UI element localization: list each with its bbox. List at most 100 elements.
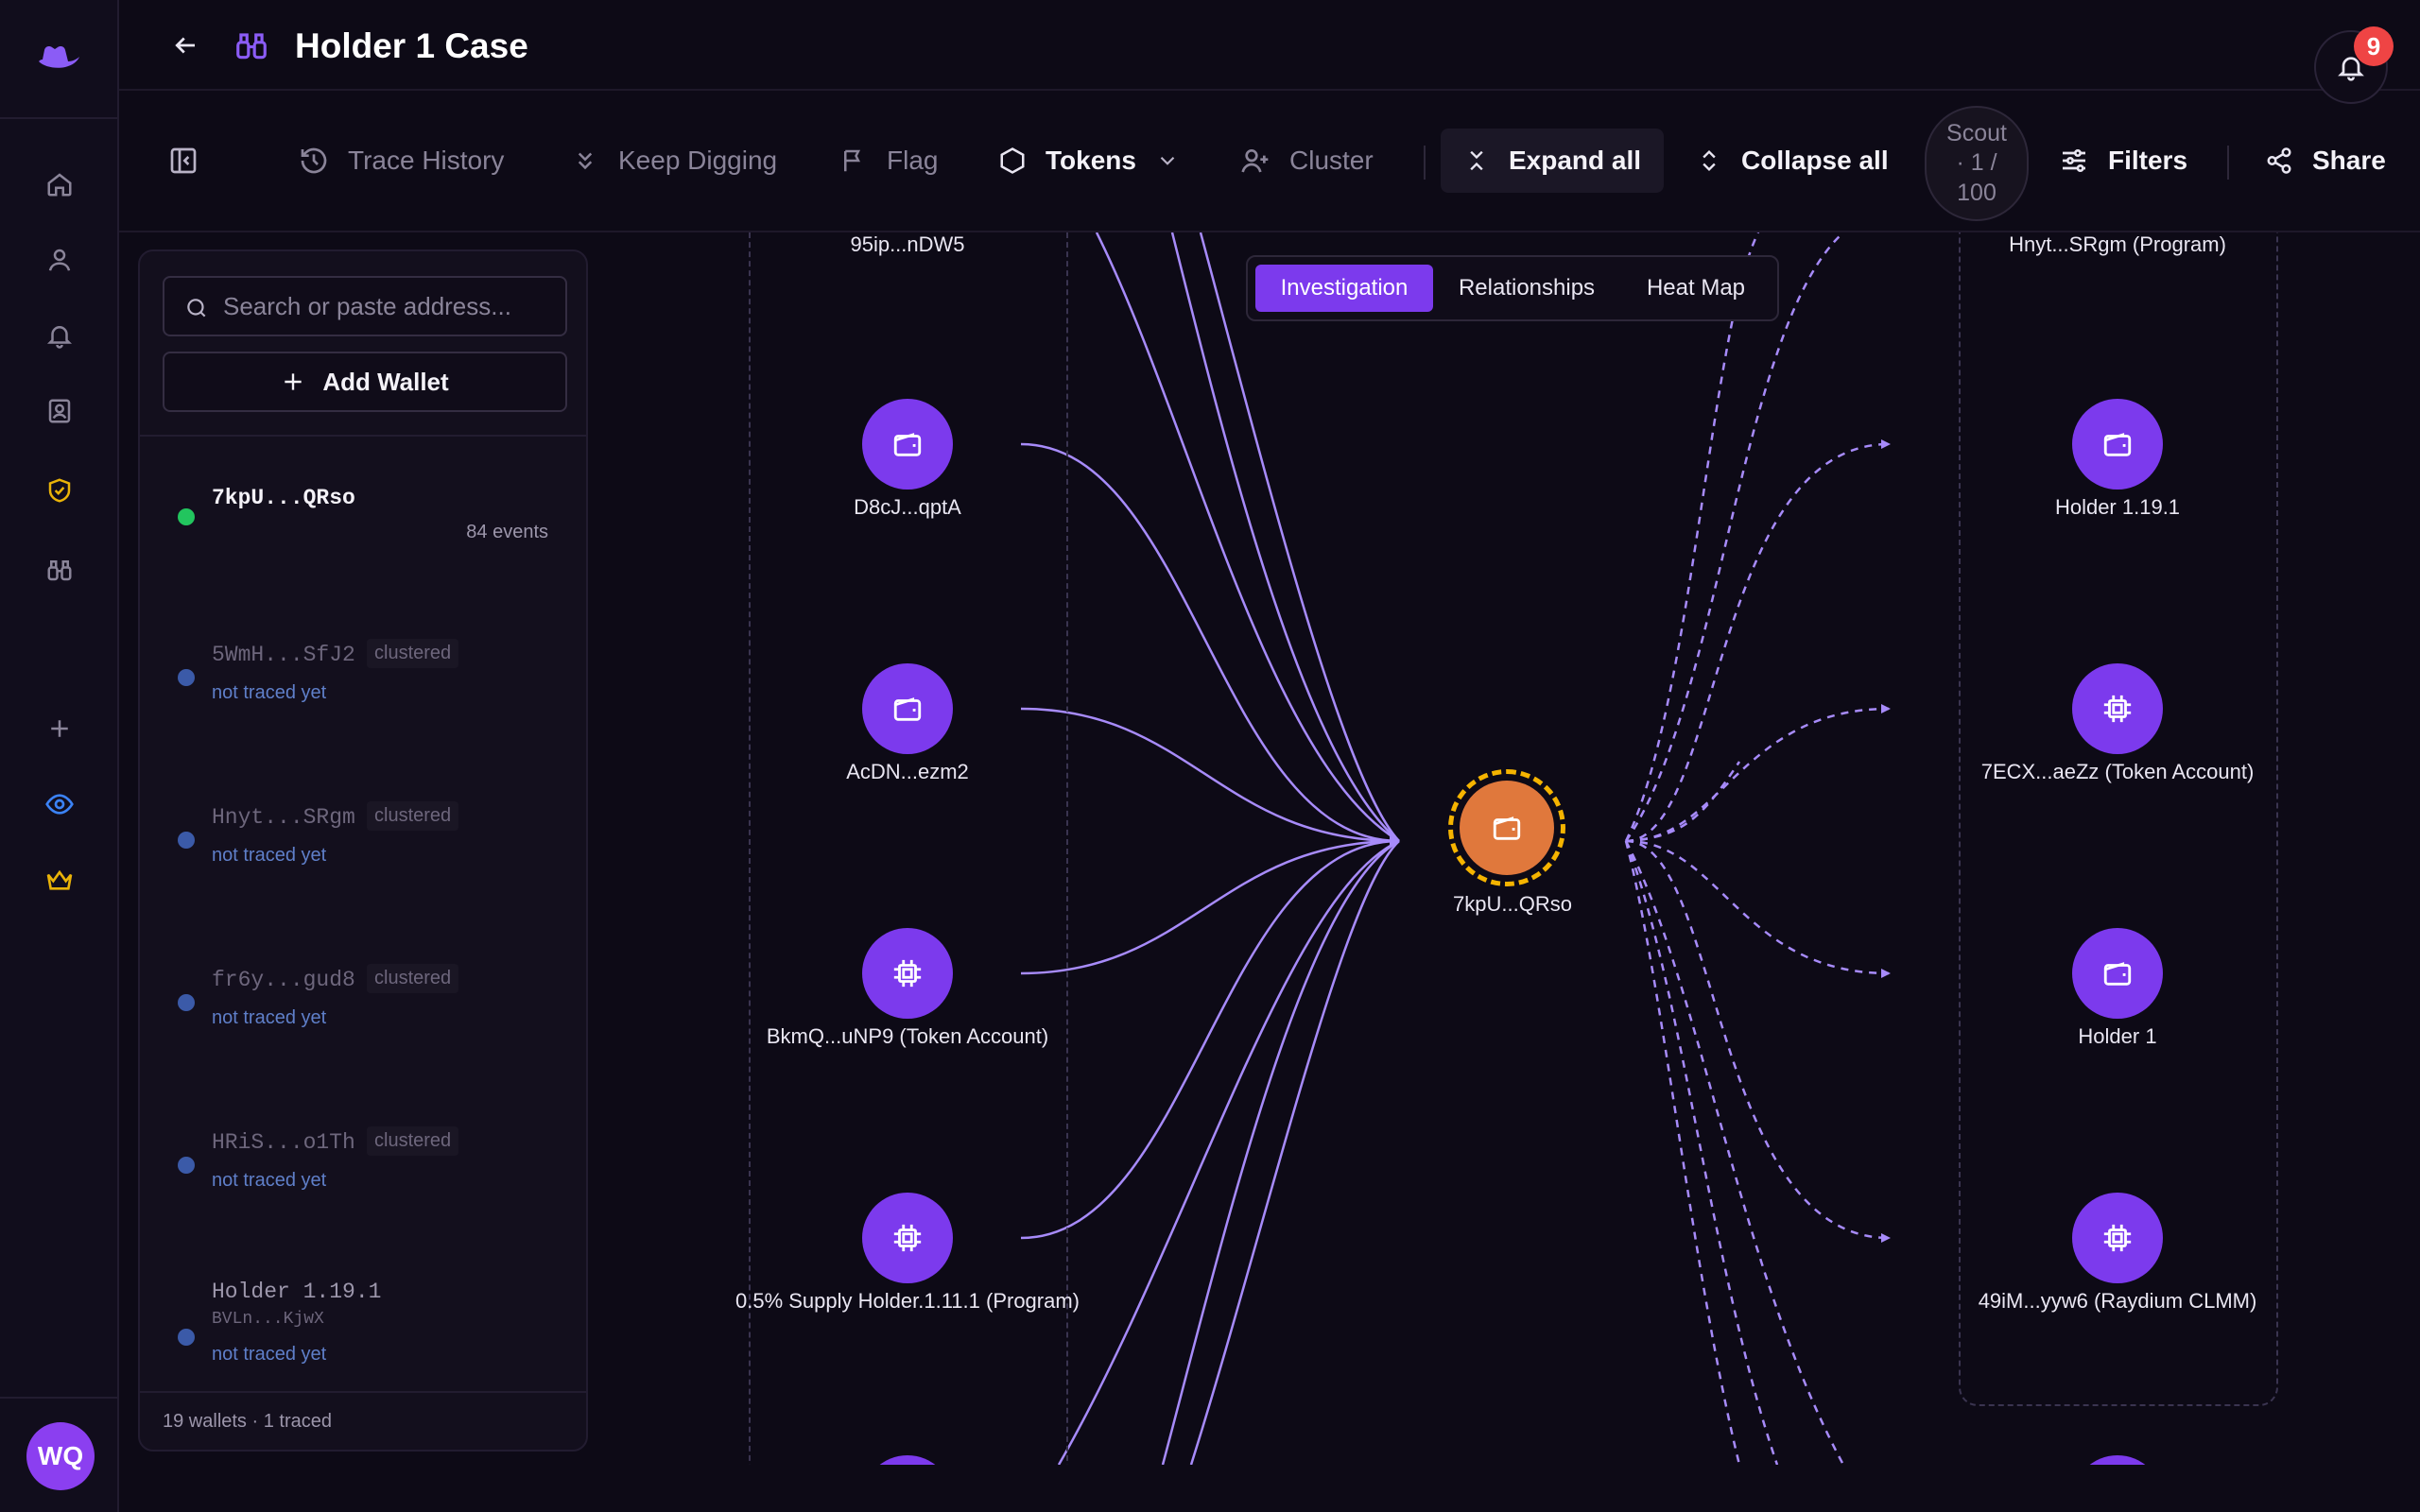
collapse-all-button[interactable]: Collapse all bbox=[1696, 129, 1889, 193]
add-wallet-button[interactable]: Add Wallet bbox=[163, 352, 567, 412]
wallet-status: not traced yet bbox=[212, 845, 327, 866]
tokens-label: Tokens bbox=[1046, 146, 1136, 175]
keep-digging-button[interactable]: Keep Digging bbox=[571, 129, 777, 193]
hexagon-icon bbox=[1000, 147, 1025, 174]
wallet-node[interactable] bbox=[862, 399, 953, 490]
wallet-list-item[interactable]: 7kpU...QRso 84 events bbox=[140, 469, 586, 582]
graph-canvas[interactable]: 95ip...nDW5 Hnyt...SRgm (Program) Invest… bbox=[605, 232, 2420, 1465]
crown-icon[interactable] bbox=[38, 858, 81, 902]
inbound-edges bbox=[1020, 232, 1400, 1465]
node-label: Holder 1 bbox=[2078, 1024, 2157, 1048]
collapse-arrows-icon bbox=[1470, 150, 1483, 171]
expand-all-label: Expand all bbox=[1509, 146, 1642, 175]
scout-count: · 1 / bbox=[1956, 149, 1997, 177]
expand-all-button[interactable]: Expand all bbox=[1441, 129, 1665, 193]
wallet-list-item[interactable]: Holder 1.19.1 BVLn...KjwX not traced yet bbox=[140, 1278, 586, 1410]
share-button[interactable]: Share bbox=[2265, 129, 2386, 193]
keep-digging-label: Keep Digging bbox=[618, 146, 778, 175]
node-label: Holder 1.19.1 bbox=[2054, 495, 2181, 519]
edge-out-bottom-1 bbox=[1624, 840, 1845, 1465]
wallet-list-item[interactable]: HRiS...o1Th clustered not traced yet bbox=[140, 1117, 586, 1230]
chevron-down-icon bbox=[1160, 156, 1175, 165]
clustered-tag: clustered bbox=[367, 964, 459, 993]
chip-icon bbox=[2103, 695, 2132, 723]
search-input[interactable] bbox=[223, 278, 563, 335]
edge-in-4 bbox=[1020, 839, 1400, 1240]
node-label: BkmQ...uNP9 (Token Account) bbox=[766, 1024, 1049, 1048]
chip-icon bbox=[893, 1224, 922, 1252]
wallet-name: 5WmH...SfJ2 bbox=[212, 643, 355, 667]
edge-out-3 bbox=[1625, 839, 1891, 978]
edge-in-bottom-1 bbox=[1189, 840, 1400, 1465]
wallet-node[interactable] bbox=[2072, 399, 2163, 490]
binoculars-icon[interactable] bbox=[38, 548, 81, 592]
toggle-panel-button[interactable] bbox=[168, 129, 199, 193]
clustered-tag: clustered bbox=[367, 801, 459, 831]
tokens-dropdown[interactable]: Tokens bbox=[998, 129, 1180, 193]
program-node[interactable] bbox=[862, 1193, 953, 1283]
search-icon bbox=[183, 295, 210, 321]
page-title: Holder 1 Case bbox=[295, 26, 528, 65]
logo[interactable] bbox=[0, 0, 117, 119]
edge-in-top-2 bbox=[1170, 232, 1400, 842]
user-icon[interactable] bbox=[38, 238, 81, 282]
program-node[interactable] bbox=[2072, 1193, 2163, 1283]
app-sidebar: WQ bbox=[0, 0, 119, 1512]
shield-check-icon[interactable] bbox=[38, 469, 81, 512]
toolbar-divider bbox=[2227, 146, 2229, 180]
wallet-icon bbox=[1493, 816, 1521, 840]
scout-limit: 100 bbox=[1957, 179, 1996, 206]
cluster-label: Cluster bbox=[1289, 146, 1374, 175]
view-tabs: Investigation Relationships Heat Map bbox=[1246, 255, 1779, 321]
node-label: AcDN...ezm2 bbox=[846, 760, 969, 783]
notification-badge: 9 bbox=[2354, 26, 2394, 66]
scout-quota[interactable]: Scout · 1 / 100 bbox=[1925, 106, 2029, 221]
edge-in-bottom-3 bbox=[1057, 839, 1400, 1465]
edge-out-1 bbox=[1625, 439, 1891, 843]
panel-divider bbox=[140, 1391, 586, 1393]
tab-relationships[interactable]: Relationships bbox=[1437, 265, 1616, 312]
filters-button[interactable]: Filters bbox=[2059, 129, 2187, 193]
edge-in-top-1 bbox=[1095, 232, 1400, 843]
wallet-icon bbox=[2103, 962, 2132, 986]
node-label: 49iM...yyw6 (Raydium CLMM) bbox=[1978, 1289, 2257, 1313]
status-dot bbox=[178, 832, 195, 849]
chevrons-down-icon bbox=[578, 152, 593, 170]
contacts-icon[interactable] bbox=[38, 389, 81, 433]
eye-icon[interactable] bbox=[38, 782, 81, 826]
back-arrow-icon[interactable] bbox=[164, 25, 206, 66]
top-bar: Holder 1 Case bbox=[119, 0, 2420, 91]
wallet-node[interactable] bbox=[2072, 928, 2163, 1019]
tab-heat-map[interactable]: Heat Map bbox=[1620, 265, 1772, 312]
plus-icon bbox=[285, 373, 302, 390]
flag-icon bbox=[844, 149, 861, 172]
history-icon bbox=[301, 147, 327, 174]
status-dot bbox=[178, 1157, 195, 1174]
center-node-label: 7kpU...QRso bbox=[1453, 892, 1572, 916]
token-account-node[interactable] bbox=[2072, 663, 2163, 754]
home-icon[interactable] bbox=[38, 163, 81, 206]
bell-icon[interactable] bbox=[38, 314, 81, 357]
binoculars-icon bbox=[231, 25, 272, 66]
flag-label: Flag bbox=[887, 146, 939, 175]
center-wallet-node[interactable] bbox=[1460, 781, 1554, 875]
cluster-button[interactable]: Cluster bbox=[1240, 129, 1374, 193]
status-dot bbox=[178, 994, 195, 1011]
wallet-status: not traced yet bbox=[212, 1007, 327, 1028]
trace-history-label: Trace History bbox=[348, 146, 505, 175]
plus-icon[interactable] bbox=[38, 707, 81, 750]
node-label: 0.5% Supply Holder.1.11.1 (Program) bbox=[735, 1289, 1080, 1313]
wallet-panel: Add Wallet 7kpU...QRso 84 events 5WmH...… bbox=[138, 249, 588, 1452]
trace-history-button[interactable]: Trace History bbox=[299, 129, 504, 193]
wallet-icon bbox=[893, 697, 922, 721]
wallet-list-item[interactable]: fr6y...gud8 clustered not traced yet bbox=[140, 954, 586, 1068]
tab-investigation[interactable]: Investigation bbox=[1255, 265, 1433, 312]
cowboy-hat-icon bbox=[39, 46, 79, 68]
status-dot bbox=[178, 508, 195, 525]
wallet-list-item[interactable]: Hnyt...SRgm clustered not traced yet bbox=[140, 792, 586, 905]
wallet-node[interactable] bbox=[862, 663, 953, 754]
flag-button[interactable]: Flag bbox=[839, 129, 938, 193]
token-account-node[interactable] bbox=[862, 928, 953, 1019]
user-avatar[interactable]: WQ bbox=[26, 1422, 95, 1490]
wallet-list-item[interactable]: 5WmH...SfJ2 clustered not traced yet bbox=[140, 629, 586, 743]
